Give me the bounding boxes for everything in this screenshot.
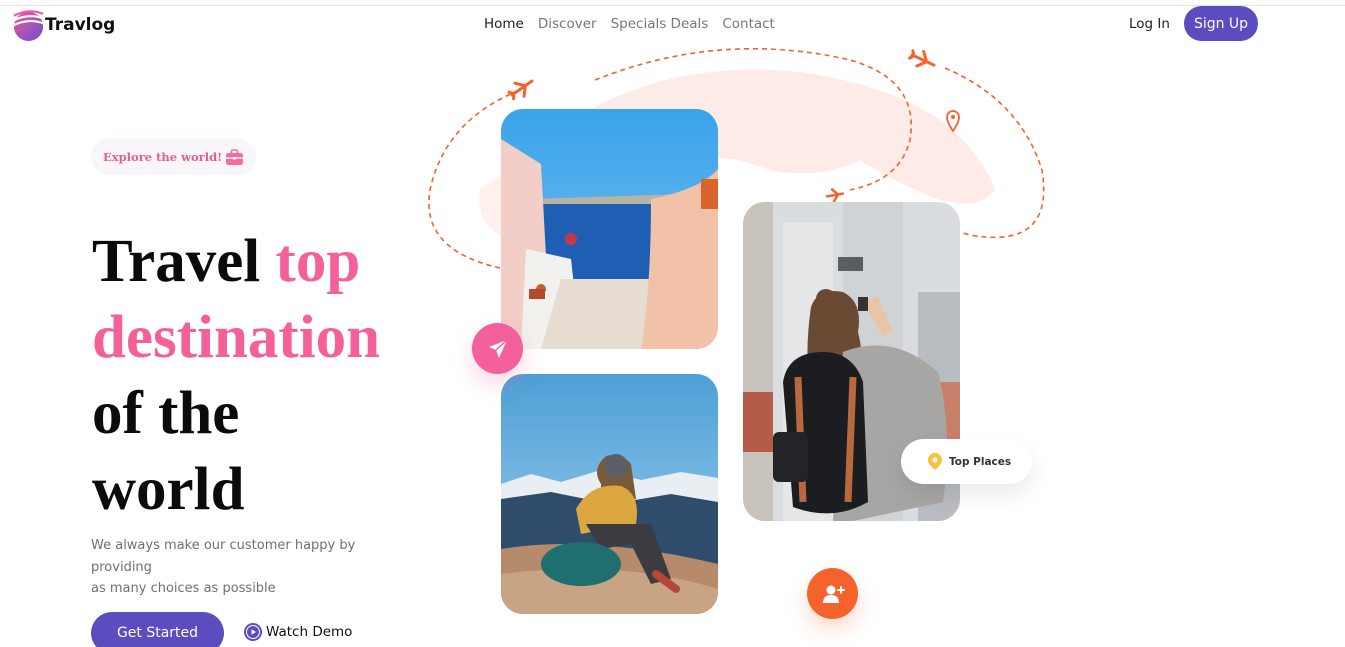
watch-demo-button[interactable]: Watch Demo — [244, 623, 352, 641]
explore-badge-text: Explore the world! — [103, 150, 223, 164]
hero-description-line-2: as many choices as possible — [91, 581, 276, 596]
brand-logo[interactable]: Travlog — [11, 7, 115, 42]
add-user-button[interactable] — [807, 568, 858, 619]
signup-button[interactable]: Sign Up — [1184, 6, 1258, 41]
login-link[interactable]: Log In — [1129, 16, 1170, 32]
headline-word-top: top — [275, 228, 361, 295]
airplane-icon — [908, 49, 936, 68]
travlog-logo-icon — [12, 10, 45, 42]
paper-plane-icon — [488, 338, 508, 358]
headline-word-travel: Travel — [92, 228, 261, 295]
add-user-icon — [822, 585, 845, 603]
hero-headline: Travel top destination of the world — [92, 224, 380, 528]
main-nav: Home Discover Specials Deals Contact — [484, 16, 775, 32]
photo-coastal-village — [501, 109, 718, 349]
explore-badge: Explore the world! — [91, 139, 257, 175]
top-places-card[interactable]: Top Places — [901, 439, 1032, 484]
nav-item-contact[interactable]: Contact — [722, 16, 775, 32]
top-places-label: Top Places — [949, 455, 1012, 468]
hero-description: We always make our customer happy by pro… — [91, 535, 371, 600]
send-button[interactable] — [472, 323, 523, 374]
briefcase-icon — [226, 148, 244, 165]
headline-line-destination: destination — [92, 304, 381, 371]
brand-name: Travlog — [45, 14, 116, 35]
location-pin-icon — [928, 453, 942, 470]
nav-item-discover[interactable]: Discover — [538, 16, 597, 32]
hero-description-line-1: We always make our customer happy by pro… — [91, 538, 356, 575]
play-icon — [244, 623, 262, 641]
headline-line-of-the: of the — [92, 380, 240, 447]
watch-demo-label: Watch Demo — [266, 624, 353, 640]
top-border — [0, 5, 1345, 6]
headline-line-world: world — [92, 456, 245, 523]
photo-mountain-hiker — [501, 374, 718, 614]
get-started-button[interactable]: Get Started — [91, 612, 224, 647]
airplane-icon — [825, 188, 845, 203]
airplane-icon — [507, 79, 534, 101]
nav-item-specials-deals[interactable]: Specials Deals — [611, 16, 709, 32]
nav-item-home[interactable]: Home — [484, 16, 524, 32]
